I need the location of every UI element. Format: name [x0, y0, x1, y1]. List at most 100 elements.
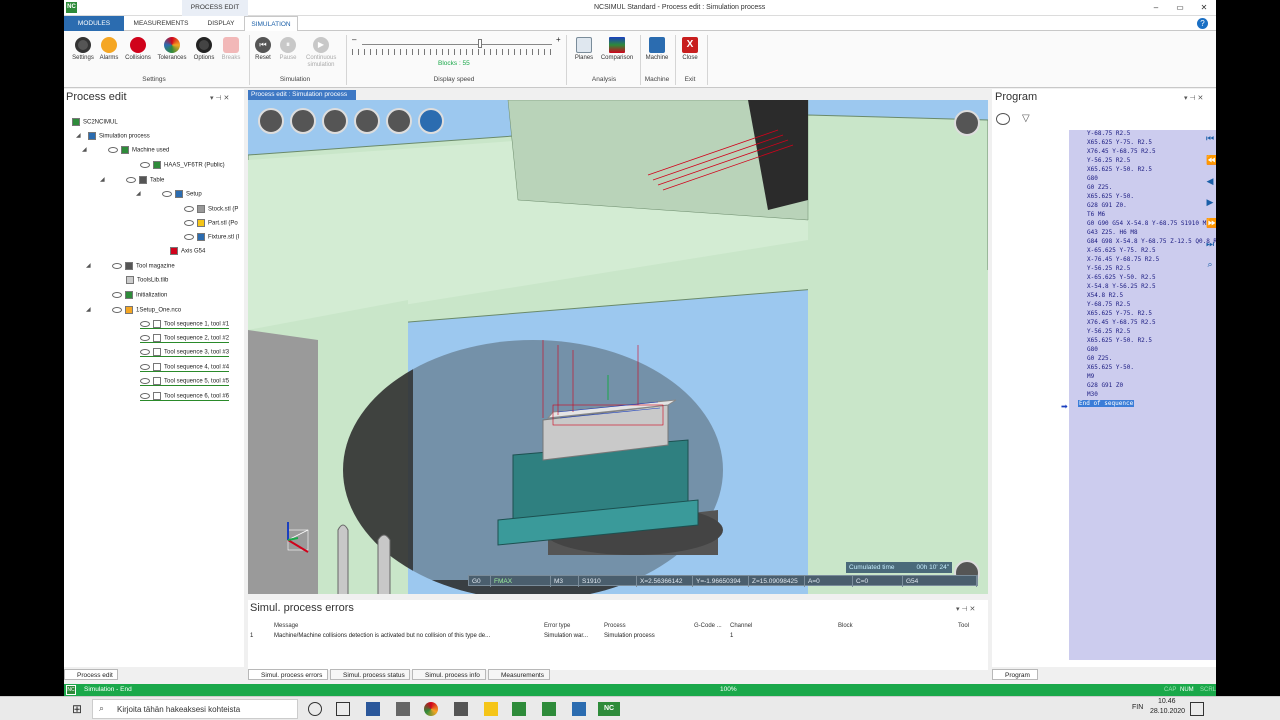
- tree-item-tool-sequence[interactable]: Tool sequence 4, tool #4: [140, 363, 230, 372]
- language-indicator[interactable]: FIN: [1132, 704, 1143, 711]
- tree-item[interactable]: ◢ Machine used: [82, 146, 169, 154]
- minimize-button[interactable]: –: [1144, 0, 1168, 16]
- visibility-eye-icon[interactable]: [126, 177, 136, 183]
- app-icon[interactable]: [542, 702, 556, 716]
- program-line[interactable]: G84 G98 X-54.8 Y-68.75 Z-12.5 Q0.8 R2.5: [1087, 238, 1216, 245]
- app-icon[interactable]: [512, 702, 526, 716]
- tree-item-tool-sequence[interactable]: Tool sequence 3, tool #3: [140, 348, 230, 357]
- file-explorer-icon[interactable]: [484, 702, 498, 716]
- visibility-eye-icon[interactable]: [140, 393, 150, 399]
- viewport-tab[interactable]: Process edit : Simulation process: [248, 90, 356, 100]
- tree-item[interactable]: SC2NCIMUL: [72, 118, 118, 126]
- program-line[interactable]: G28 G91 Z0.: [1087, 202, 1127, 209]
- tab-simul-process-status[interactable]: Simul. process status: [330, 669, 410, 680]
- visibility-eye-icon[interactable]: [140, 335, 150, 341]
- program-line[interactable]: G43 Z25. H6 M8: [1087, 229, 1138, 236]
- col-channel[interactable]: Channel: [730, 622, 752, 631]
- last-block-icon[interactable]: ⏭: [1206, 239, 1214, 249]
- prev-tool-icon[interactable]: ⏪: [1206, 155, 1216, 165]
- tree-item[interactable]: ◢ Setup: [136, 190, 202, 198]
- pin-icon[interactable]: ▾ ⊣ ✕: [956, 605, 975, 613]
- breaks-button[interactable]: Breaks: [216, 33, 246, 73]
- visibility-eye-icon[interactable]: [184, 234, 194, 240]
- pause-button[interactable]: ⏸ Pause: [273, 33, 303, 73]
- section-icon[interactable]: [386, 108, 412, 134]
- timer-icon[interactable]: [996, 113, 1010, 125]
- visibility-eye-icon[interactable]: [184, 206, 194, 212]
- program-listing[interactable]: Y-68.75 R2.5 X65.625 Y-75. R2.5 X76.45 Y-6…: [1061, 130, 1216, 660]
- collisions-button[interactable]: Collisions: [123, 33, 153, 73]
- rotate-view-icon[interactable]: [418, 108, 444, 134]
- comparison-button[interactable]: Comparison: [600, 33, 634, 73]
- tree-item[interactable]: Axis G54: [170, 247, 205, 255]
- word-icon[interactable]: [366, 702, 380, 716]
- layers-icon[interactable]: [322, 108, 348, 134]
- tree-item[interactable]: Stock.stl (P: [184, 205, 238, 213]
- windows-start-icon[interactable]: ⊞: [72, 702, 82, 716]
- clock-date[interactable]: 28.10.2020: [1150, 708, 1185, 715]
- speed-slider-track[interactable]: [362, 44, 552, 45]
- program-line[interactable]: X-76.45 Y-68.75 R2.5: [1087, 256, 1159, 263]
- visibility-eye-icon[interactable]: [162, 191, 172, 197]
- program-line[interactable]: G80: [1087, 346, 1098, 353]
- speed-minus-button[interactable]: –: [352, 35, 356, 44]
- visibility-eye-icon[interactable]: [108, 147, 118, 153]
- prev-block-icon[interactable]: ◀: [1206, 176, 1214, 186]
- col-gcode[interactable]: G-Code ...: [694, 622, 722, 631]
- tree-item[interactable]: ToolsLib.tlib: [126, 276, 168, 284]
- tree-item-tool-sequence[interactable]: Tool sequence 5, tool #5: [140, 377, 230, 386]
- chrome-icon[interactable]: [424, 702, 438, 716]
- program-line[interactable]: G0 Z25.: [1087, 355, 1112, 362]
- col-block[interactable]: Block: [838, 622, 853, 631]
- tab-simul-process-errors[interactable]: Simul. process errors: [248, 669, 328, 680]
- next-tool-icon[interactable]: ⏩: [1206, 218, 1216, 228]
- tree-item[interactable]: ◢ Simulation process: [76, 132, 150, 140]
- tab-measurements-bottom[interactable]: Measurements: [488, 669, 550, 680]
- program-line[interactable]: Y-56.25 R2.5: [1087, 157, 1130, 164]
- calculator-icon[interactable]: [396, 702, 410, 716]
- program-line[interactable]: G28 G91 Z0: [1087, 382, 1123, 389]
- visibility-eye-icon[interactable]: [112, 292, 122, 298]
- task-view-icon[interactable]: [336, 702, 350, 716]
- tree-item-tool-sequence[interactable]: Tool sequence 6, tool #6: [140, 392, 230, 401]
- program-line[interactable]: X65.625 Y-50. R2.5: [1087, 166, 1152, 173]
- notifications-icon[interactable]: [1190, 702, 1204, 716]
- program-line[interactable]: X54.8 R2.5: [1087, 292, 1123, 299]
- tab-process-edit[interactable]: Process edit: [64, 669, 118, 680]
- pin-icon[interactable]: ▾ ⊣ ✕: [1184, 94, 1203, 102]
- program-line[interactable]: X76.45 Y-68.75 R2.5: [1087, 148, 1156, 155]
- tree-item[interactable]: ◢ 1Setup_One.nco: [86, 306, 181, 314]
- program-line[interactable]: X65.625 Y-75. R2.5: [1087, 310, 1152, 317]
- tab-simul-process-info[interactable]: Simul. process info: [412, 669, 486, 680]
- expand-toggle-icon[interactable]: ◢: [136, 190, 141, 197]
- tree-item[interactable]: ◢ Tool magazine: [86, 262, 175, 270]
- continuous-simulation-button[interactable]: ▶ Continuous simulation: [306, 33, 336, 73]
- 3d-viewport[interactable]: [248, 100, 988, 594]
- program-line[interactable]: X76.45 Y-68.75 R2.5: [1087, 319, 1156, 326]
- tree-item-tool-sequence[interactable]: Tool sequence 1, tool #1: [140, 320, 230, 329]
- ncsimul-taskbar-icon[interactable]: NC: [598, 702, 620, 716]
- program-line[interactable]: X-54.8 Y-56.25 R2.5: [1087, 283, 1156, 290]
- program-line[interactable]: Y-56.25 R2.5: [1087, 265, 1130, 272]
- expand-toggle-icon[interactable]: ◢: [86, 262, 91, 269]
- expand-toggle-icon[interactable]: ◢: [100, 176, 105, 183]
- maximize-button[interactable]: ▭: [1168, 0, 1192, 16]
- col-message[interactable]: Message: [274, 622, 298, 631]
- clock-time[interactable]: 10.46: [1158, 698, 1176, 705]
- tree-item[interactable]: HAAS_VF6TR (Public): [140, 161, 225, 169]
- program-line[interactable]: X-65.625 Y-75. R2.5: [1087, 247, 1156, 254]
- program-line[interactable]: M30: [1087, 391, 1098, 398]
- search-block-icon[interactable]: ⌕: [1206, 259, 1214, 269]
- program-line[interactable]: X65.625 Y-50.: [1087, 193, 1134, 200]
- visibility-eye-icon[interactable]: [112, 263, 122, 269]
- cortana-icon[interactable]: [308, 702, 322, 716]
- view-settings-icon[interactable]: [954, 110, 980, 136]
- tree-item[interactable]: ◢ Table: [100, 176, 164, 184]
- zoom-icon[interactable]: [354, 108, 380, 134]
- program-line[interactable]: Y-68.75 R2.5: [1087, 130, 1130, 137]
- options-button[interactable]: Options: [189, 33, 219, 73]
- program-line[interactable]: Y-68.75 R2.5: [1087, 301, 1130, 308]
- close-window-button[interactable]: ✕: [1192, 0, 1216, 16]
- speed-slider-thumb[interactable]: [478, 39, 482, 48]
- program-line[interactable]: M9: [1087, 373, 1094, 380]
